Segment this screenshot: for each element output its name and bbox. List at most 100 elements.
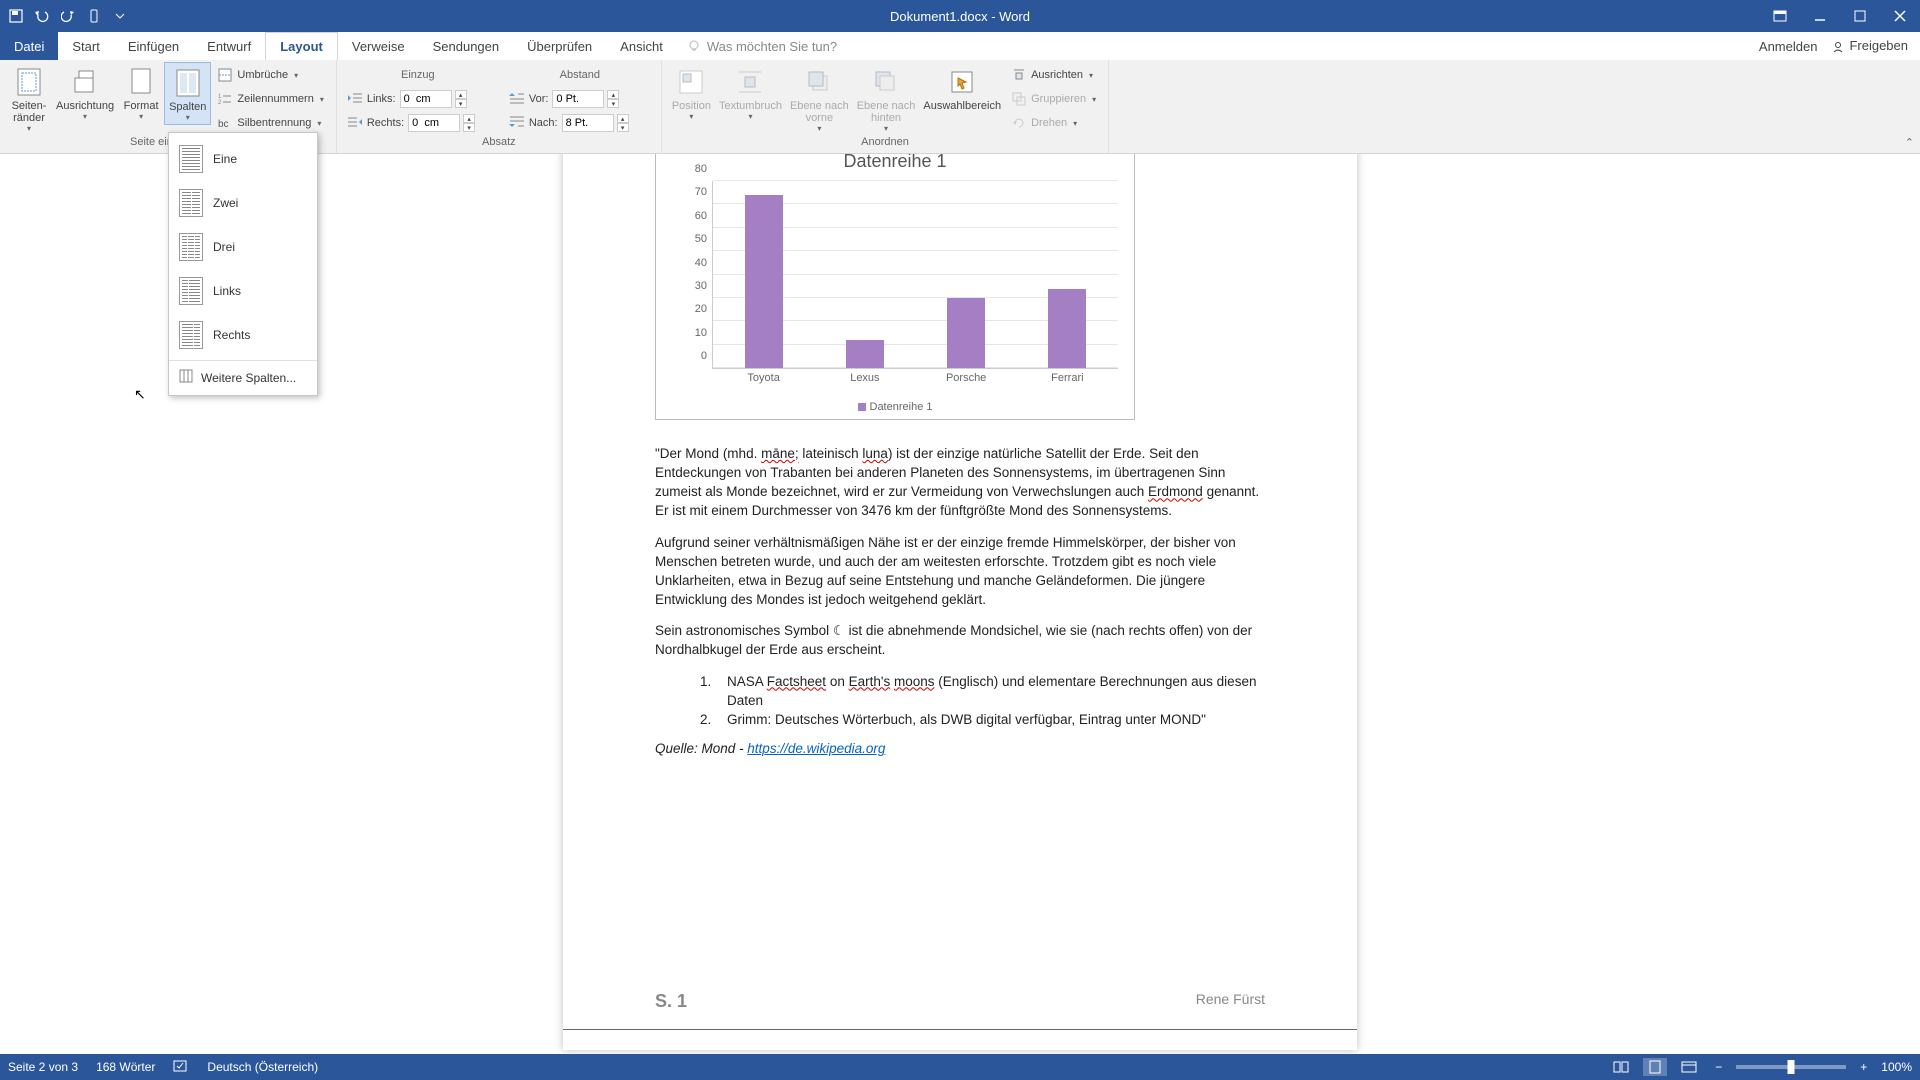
redo-button[interactable] [56,4,80,28]
spacing-header: Abstand [560,69,600,81]
group-arrange: Position▾ Textumbruch▾ Ebene nach vorne▾… [662,60,1109,153]
indent-right-spinner[interactable]: ▴▾ [463,114,475,132]
zoom-out-button[interactable]: − [1711,1060,1726,1074]
chart-plot-area: 01020304050607080ToyotaLexusPorscheFerra… [712,181,1118,369]
status-page[interactable]: Seite 2 von 3 [8,1060,78,1074]
status-proofing-icon[interactable] [173,1059,189,1076]
size-button[interactable]: Format▾ [118,62,164,123]
breaks-icon [217,67,233,83]
indent-left-input[interactable] [400,90,452,108]
document-body[interactable]: "Der Mond (mhd. māne; lateinisch luna) i… [655,444,1265,770]
breaks-button[interactable]: Umbrüche▾ [215,64,325,86]
minimize-button[interactable] [1800,0,1840,32]
tab-file[interactable]: Datei [0,32,58,60]
chart-bar [1048,289,1086,368]
zoom-slider[interactable] [1736,1065,1846,1069]
paragraph-3: Sein astronomisches Symbol ☾ ist die abn… [655,621,1265,659]
lightbulb-icon [687,39,701,53]
undo-button[interactable] [30,4,54,28]
tab-layout[interactable]: Layout [265,32,338,61]
share-button[interactable]: Freigeben [1831,38,1908,54]
status-language[interactable]: Deutsch (Österreich) [207,1060,318,1074]
columns-more[interactable]: Weitere Spalten... [169,364,317,391]
save-button[interactable] [4,4,28,28]
source-link[interactable]: https://de.wikipedia.org [747,741,885,756]
columns-right[interactable]: Rechts [169,313,317,357]
quick-access-toolbar [0,4,132,28]
web-layout-button[interactable] [1677,1058,1701,1076]
orientation-button[interactable]: Ausrichtung▾ [52,62,118,123]
mouse-cursor: ↖ [134,386,146,403]
tab-mailings[interactable]: Sendungen [419,32,514,60]
columns-button[interactable]: Spalten▾ [164,62,211,125]
page-footer: S. 1 Rene Fürst [655,991,1265,1012]
collapse-ribbon-button[interactable]: ⌃ [1905,136,1914,149]
columns-left[interactable]: Links [169,269,317,313]
group-icon [1011,91,1027,107]
indent-right-input[interactable] [408,114,460,132]
tab-view[interactable]: Ansicht [606,32,677,60]
spacing-after-input[interactable] [562,114,614,132]
tab-design[interactable]: Entwurf [193,32,265,60]
hyphenation-button[interactable]: bcSilbentrennung▾ [215,112,325,134]
chart-bar [947,298,985,368]
page-1: Datenreihe 1 01020304050607080ToyotaLexu… [563,154,1357,1050]
spacing-after-label: Nach: [529,117,558,129]
wrap-text-button: Textumbruch▾ [715,62,786,123]
hyphenation-icon: bc [217,115,233,131]
chart-legend: Datenreihe 1 [656,401,1134,413]
align-icon [1011,67,1027,83]
chart-category-label: Toyota [747,368,779,384]
signin-link[interactable]: Anmelden [1759,39,1818,54]
bring-forward-button: Ebene nach vorne▾ [786,62,853,135]
columns-one[interactable]: Eine [169,137,317,181]
ribbon-display-options[interactable] [1760,0,1800,32]
chart-category-label: Ferrari [1051,368,1083,384]
tab-review[interactable]: Überprüfen [513,32,606,60]
tell-me-search[interactable]: Was möchten Sie tun? [677,32,837,60]
window-title: Dokument1.docx - Word [890,9,1030,24]
bring-forward-icon [803,66,835,98]
chart-category-label: Lexus [850,368,879,384]
selection-pane-button[interactable]: Auswahlbereich [919,62,1005,114]
margins-button[interactable]: Seiten- ränder▾ [6,62,52,135]
status-bar: Seite 2 von 3 168 Wörter Deutsch (Österr… [0,1054,1920,1080]
qat-customize-button[interactable] [108,4,132,28]
spacing-after-spinner[interactable]: ▴▾ [617,114,629,132]
legend-swatch [858,403,866,411]
print-layout-button[interactable] [1643,1058,1667,1076]
maximize-button[interactable] [1840,0,1880,32]
read-mode-button[interactable] [1609,1058,1633,1076]
tab-insert[interactable]: Einfügen [114,32,193,60]
tab-references[interactable]: Verweise [338,32,419,60]
spacing-before-spinner[interactable]: ▴▾ [607,90,619,108]
group-objects-button: Gruppieren▾ [1009,88,1098,110]
indent-left-icon [347,92,363,107]
list-item: NASA Factsheet on Earth's moons (Englisc… [715,672,1265,710]
tell-me-placeholder: Was möchten Sie tun? [707,39,837,54]
zoom-in-button[interactable]: + [1856,1060,1871,1074]
indent-left-spinner[interactable]: ▴▾ [455,90,467,108]
touch-mode-button[interactable] [82,4,106,28]
columns-three[interactable]: Drei [169,225,317,269]
ribbon-tabs: Datei Start Einfügen Entwurf Layout Verw… [0,32,1920,60]
footer-rule [563,1029,1357,1030]
selection-pane-icon [946,66,978,98]
rotate-icon [1011,115,1027,131]
zoom-level[interactable]: 100% [1881,1060,1912,1074]
spacing-before-input[interactable] [552,90,604,108]
chart-bar [745,195,783,368]
orientation-icon [69,66,101,98]
columns-dropdown: Eine Zwei Drei Links Rechts Weitere Spal… [168,132,318,396]
align-button[interactable]: Ausrichten▾ [1009,64,1098,86]
line-numbers-button[interactable]: 12Zeilennummern▾ [215,88,325,110]
tab-home[interactable]: Start [58,32,113,60]
svg-text:2: 2 [218,100,222,106]
status-word-count[interactable]: 168 Wörter [96,1060,155,1074]
spacing-before-icon [509,92,525,107]
list-item: Grimm: Deutsches Wörterbuch, als DWB dig… [715,710,1265,729]
chart-category-label: Porsche [946,368,986,384]
spacing-before-label: Vor: [529,93,549,105]
close-button[interactable] [1880,0,1920,32]
columns-two[interactable]: Zwei [169,181,317,225]
